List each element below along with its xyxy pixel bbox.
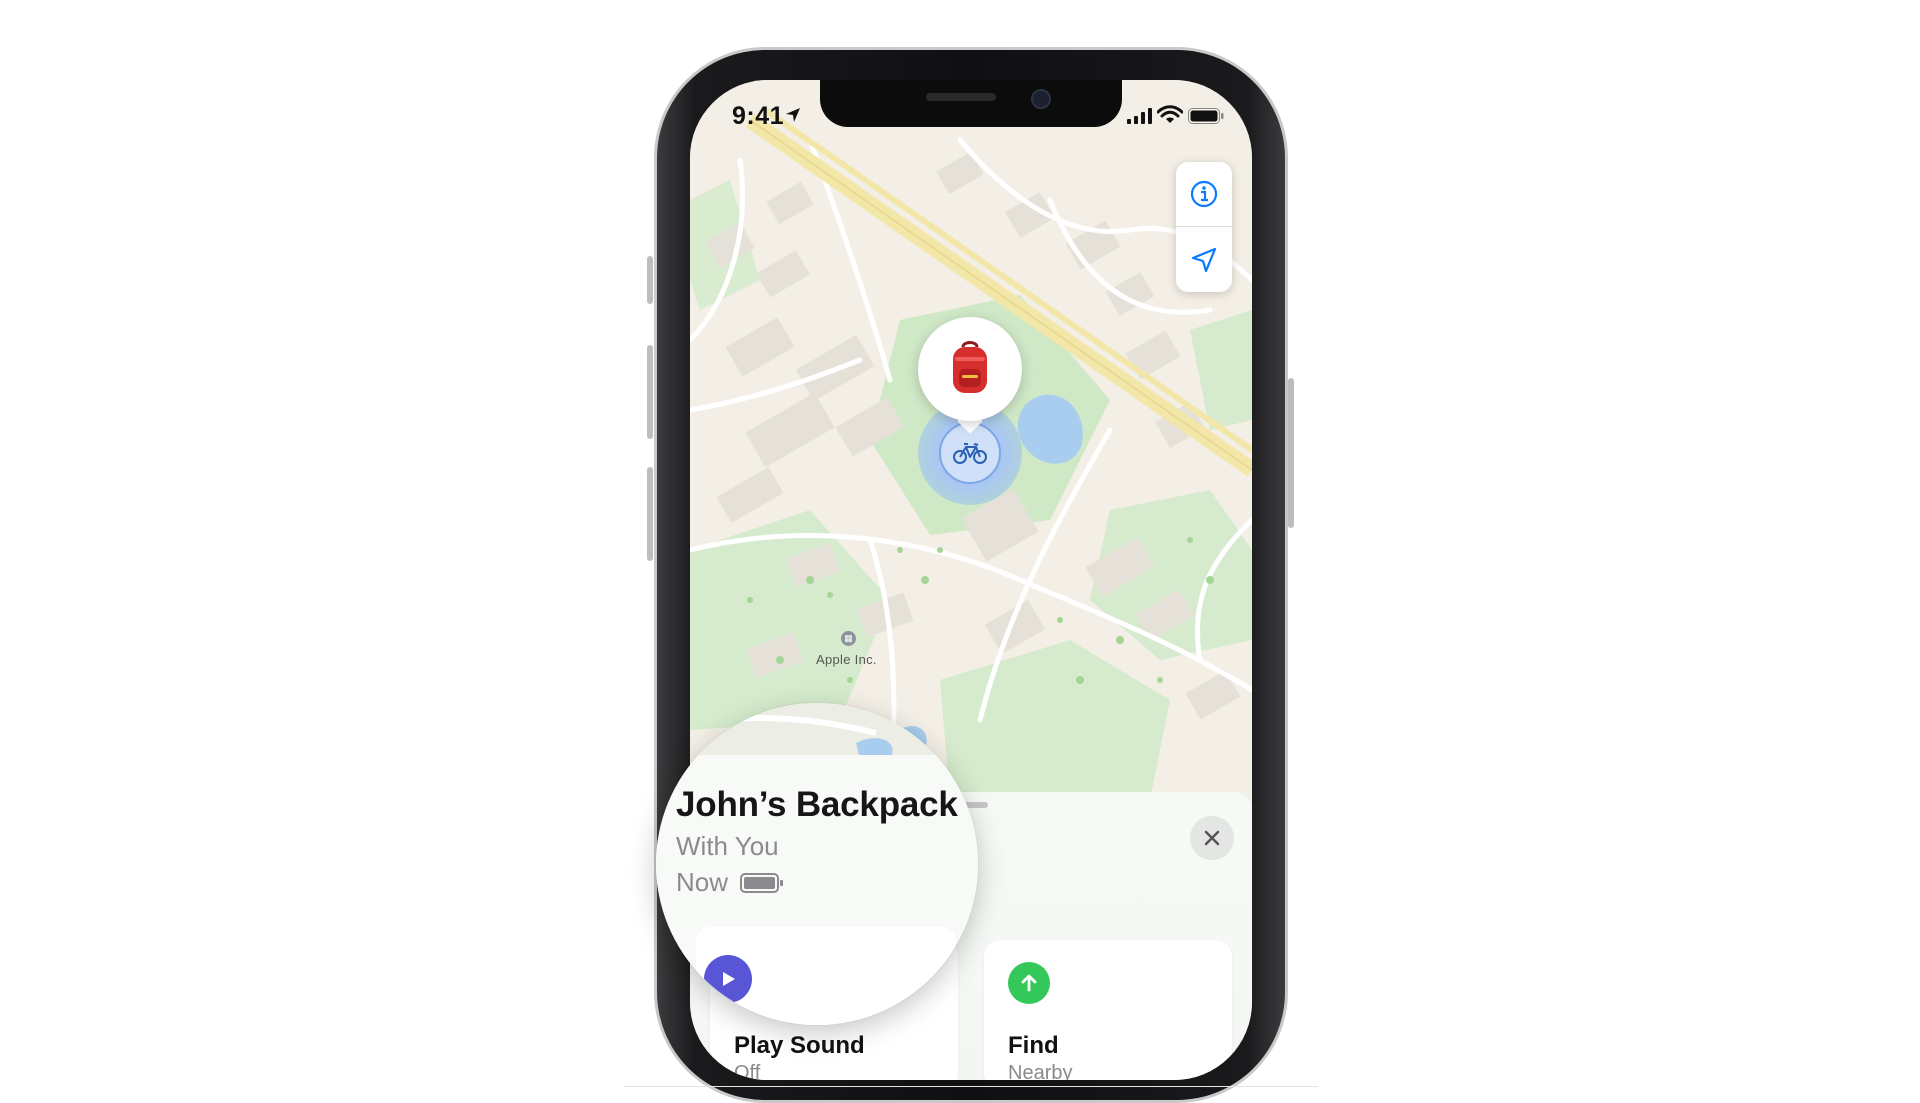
item-pin[interactable] <box>918 317 1022 421</box>
earpiece-speaker <box>926 93 996 101</box>
status-bar: 9:41 <box>690 80 1252 150</box>
backpack-icon <box>953 341 987 393</box>
info-circle-icon <box>1190 180 1218 208</box>
magnifier-callout: John’s Backpack With You Now <box>656 703 978 1025</box>
info-button[interactable] <box>1176 162 1232 226</box>
item-last-seen: Now <box>676 867 729 897</box>
wifi-icon <box>1157 105 1183 123</box>
item-name: John’s Backpack <box>676 785 958 824</box>
bicycle-icon <box>953 443 987 464</box>
volume-up-button <box>647 345 653 439</box>
find-nearby-icon-circle <box>1008 962 1050 1004</box>
find-nearby-label: Find <box>1008 1032 1059 1059</box>
magnified-map <box>656 703 978 763</box>
page-divider <box>624 1086 1318 1087</box>
front-camera <box>1031 89 1051 109</box>
cellular-signal-icon <box>1127 108 1152 124</box>
close-icon <box>1204 830 1220 846</box>
map-poi-label[interactable]: Apple Inc. <box>816 652 877 667</box>
battery-icon <box>1188 108 1224 124</box>
location-services-icon <box>786 108 800 122</box>
magnified-map-tiles <box>656 703 978 763</box>
track-location-button[interactable] <box>1176 228 1232 292</box>
map-controls-divider <box>1176 226 1232 227</box>
status-time: 9:41 <box>732 102 785 130</box>
volume-down-button <box>647 467 653 561</box>
find-nearby-card[interactable]: Find Nearby <box>984 940 1232 1080</box>
close-button[interactable] <box>1190 816 1234 860</box>
item-battery-icon <box>740 873 783 893</box>
poi-building-icon: ▦ <box>841 631 856 646</box>
map-view[interactable]: ▦ Apple Inc. <box>690 80 1252 803</box>
play-sound-status: Off <box>734 1062 761 1080</box>
magnified-play-icon-circle <box>704 955 752 1003</box>
play-icon <box>723 972 735 986</box>
notch <box>820 80 1122 127</box>
power-button <box>1288 378 1294 528</box>
location-arrow-icon <box>1191 247 1217 273</box>
find-nearby-sub: Nearby <box>1008 1062 1073 1080</box>
map-controls <box>1176 162 1232 292</box>
play-sound-label: Play Sound <box>734 1032 865 1059</box>
item-status: With You <box>676 831 779 861</box>
mute-switch <box>647 256 653 304</box>
arrow-up-icon <box>1021 974 1037 992</box>
